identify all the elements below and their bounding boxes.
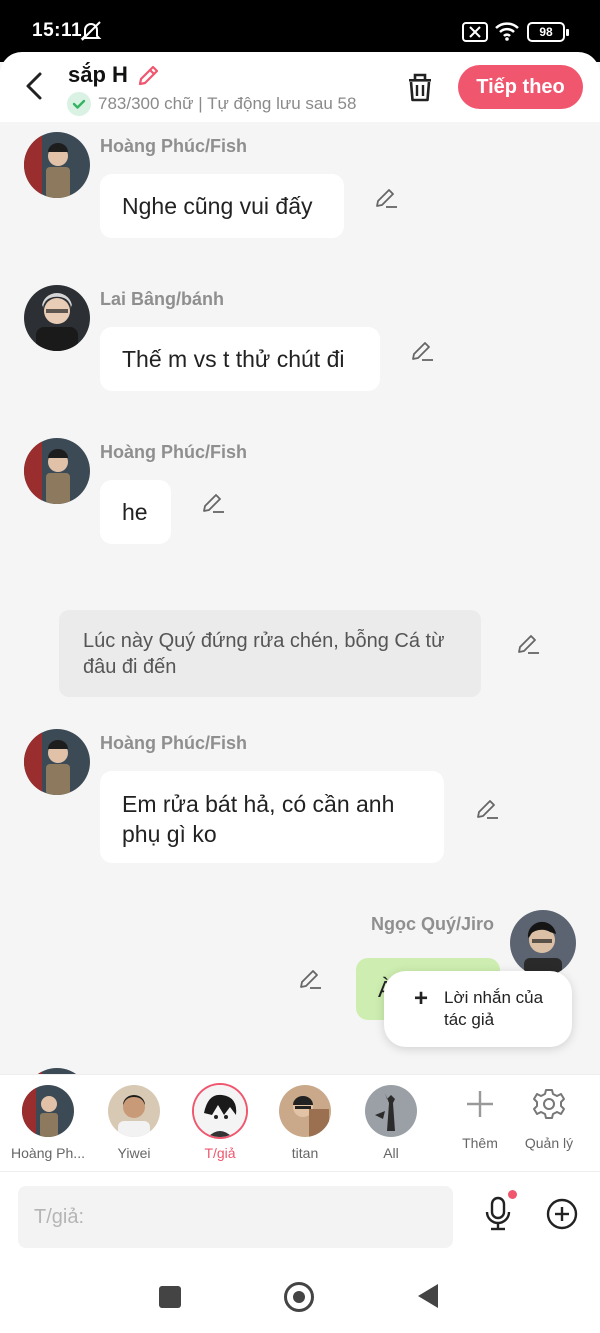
manage-characters-button[interactable]: Quản lý <box>514 1087 584 1151</box>
avatar-lai-bang[interactable] <box>24 285 90 351</box>
avatar-hoang-phuc[interactable] <box>24 438 90 504</box>
character-item[interactable]: Hoàng Ph... <box>8 1085 88 1161</box>
editor-header: sắp H 783/300 chữ | Tự động lưu sau 58 T… <box>0 52 600 122</box>
battery-indicator: 98 <box>527 22 569 42</box>
composer <box>0 1172 600 1258</box>
character-avatar <box>194 1085 246 1137</box>
recent-apps-icon[interactable] <box>159 1286 181 1308</box>
character-avatar <box>279 1085 331 1137</box>
edit-title-pencil-icon[interactable] <box>136 62 162 88</box>
author-note-button[interactable]: + Lời nhắn của tác giả <box>384 971 572 1047</box>
character-name: Hoàng Ph... <box>11 1145 85 1161</box>
author-note-label: Lời nhắn của tác giả <box>444 988 544 1029</box>
character-name: Yiwei <box>117 1145 151 1161</box>
gear-icon <box>533 1089 565 1119</box>
add-circle-icon[interactable] <box>546 1198 578 1230</box>
character-selector: Hoàng Ph... Yiwei T/giả titan All Thêm Q… <box>0 1074 600 1172</box>
edit-pencil-icon[interactable] <box>474 796 500 822</box>
message-input[interactable] <box>18 1186 453 1248</box>
message-bubble[interactable]: Nghe cũng vui đấy <box>100 174 344 238</box>
manage-label: Quản lý <box>524 1135 574 1151</box>
chat-area[interactable]: Hoàng Phúc/Fish Nghe cũng vui đấy Lai Bâ… <box>0 122 600 1074</box>
next-button[interactable]: Tiếp theo <box>458 65 583 109</box>
character-name: titan <box>291 1145 319 1161</box>
bell-muted-icon <box>80 21 102 41</box>
message-bubble[interactable]: he <box>100 480 171 544</box>
avatar-hoang-phuc[interactable] <box>24 132 90 198</box>
avatar-ngoc-quy[interactable] <box>510 910 576 976</box>
character-item[interactable]: titan <box>265 1085 345 1161</box>
notification-dot <box>508 1190 517 1199</box>
story-title: sắp H <box>68 62 128 87</box>
message-bubble[interactable]: Thế m vs t thử chút đi <box>100 327 380 391</box>
character-avatar <box>22 1085 74 1137</box>
sender-name: Hoàng Phúc/Fish <box>100 136 248 156</box>
sender-name: Hoàng Phúc/Fish <box>100 442 248 462</box>
character-avatar <box>108 1085 160 1137</box>
edit-pencil-icon[interactable] <box>409 338 435 364</box>
sender-name: Ngọc Quý/Jiro <box>371 914 495 934</box>
saved-check-icon <box>67 92 91 116</box>
microphone-icon[interactable] <box>482 1196 514 1232</box>
add-label: Thêm <box>462 1135 498 1151</box>
edit-pencil-icon[interactable] <box>297 966 323 992</box>
system-navigation-bar <box>0 1258 600 1333</box>
add-character-button[interactable]: Thêm <box>445 1087 515 1151</box>
character-name: All <box>383 1145 399 1161</box>
sender-name: Hoàng Phúc/Fish <box>100 733 248 753</box>
edit-pencil-icon[interactable] <box>200 490 226 516</box>
trash-icon[interactable] <box>404 70 436 104</box>
plus-icon: + <box>414 985 429 1012</box>
no-sim-icon <box>462 22 488 42</box>
status-time: 15:11 <box>32 20 83 41</box>
wifi-icon <box>495 22 519 41</box>
sender-name: Lai Bâng/bánh <box>100 289 225 309</box>
home-icon[interactable] <box>284 1282 314 1312</box>
character-item-selected[interactable]: T/giả <box>180 1085 260 1161</box>
message-bubble[interactable]: Em rửa bát hả, có cần anh phụ gì ko <box>100 771 444 863</box>
character-avatar <box>365 1085 417 1137</box>
character-item-all[interactable]: All <box>351 1085 431 1161</box>
narration-block[interactable]: Lúc này Quý đứng rửa chén, bỗng Cá từ đâ… <box>59 610 481 697</box>
character-name: T/giả <box>204 1145 236 1161</box>
avatar-hoang-phuc[interactable] <box>24 729 90 795</box>
back-triangle-icon[interactable] <box>418 1284 438 1308</box>
character-item[interactable]: Yiwei <box>94 1085 174 1161</box>
edit-pencil-icon[interactable] <box>373 185 399 211</box>
word-count-autosave: 783/300 chữ | Tự động lưu sau 58 <box>98 94 357 113</box>
plus-icon <box>467 1091 493 1117</box>
back-arrow-icon[interactable] <box>18 68 50 104</box>
edit-pencil-icon[interactable] <box>515 631 541 657</box>
